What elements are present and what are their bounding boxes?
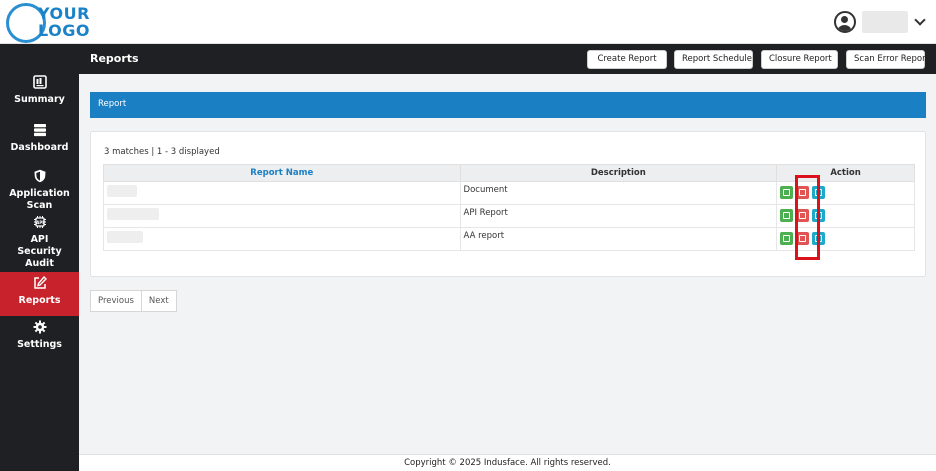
sidebar-item-label: Summary xyxy=(14,94,65,105)
description-cell: Document xyxy=(459,181,778,205)
report-name-cell[interactable] xyxy=(103,204,461,228)
report-name-cell[interactable] xyxy=(103,181,461,205)
top-header: YOUR LOGO xyxy=(0,0,936,44)
user-name xyxy=(862,11,908,33)
delete-column-highlight xyxy=(795,175,820,260)
dashboard-icon xyxy=(33,124,46,137)
summary-icon xyxy=(32,75,47,89)
report-table: Report Name Description Action Document xyxy=(103,164,915,251)
shield-icon xyxy=(34,169,45,183)
sidebar-item-application-scan[interactable]: Application Scan xyxy=(0,169,79,212)
panel-title: Report xyxy=(98,99,127,109)
panel-header: Report xyxy=(90,92,926,118)
next-page-button[interactable]: Next xyxy=(141,290,177,312)
copyright-text: Copyright © 2025 Indusface. All rights r… xyxy=(404,458,611,468)
sidebar-item-reports[interactable]: Reports xyxy=(0,272,79,316)
pagination: Previous Next xyxy=(90,290,177,312)
user-menu[interactable] xyxy=(834,8,926,36)
edit-icon xyxy=(33,276,47,289)
page-title: Reports xyxy=(90,52,139,65)
report-name[interactable] xyxy=(107,231,143,243)
edit-icon xyxy=(783,189,791,196)
description-cell: API Report xyxy=(459,204,778,228)
sidebar-item-api-security-audit[interactable]: API API Security Audit xyxy=(0,215,79,270)
sidebar-item-label: Dashboard xyxy=(10,142,69,153)
page-header: Reports Create Report Report Schedule Cl… xyxy=(79,44,936,74)
logo-line2: LOGO xyxy=(38,21,90,40)
api-icon: API xyxy=(33,216,46,228)
logo-text: YOUR LOGO xyxy=(38,5,90,39)
previous-page-button[interactable]: Previous xyxy=(90,290,142,312)
edit-icon xyxy=(783,235,791,242)
report-name[interactable] xyxy=(107,208,159,220)
column-header-description: Description xyxy=(459,164,778,182)
logo-line1: YOUR xyxy=(38,4,90,23)
sidebar-item-label: Reports xyxy=(18,295,61,306)
edit-report-button[interactable] xyxy=(780,186,794,199)
table-row: Document xyxy=(103,181,915,205)
table-header-row: Report Name Description Action xyxy=(103,164,915,182)
chevron-down-icon[interactable] xyxy=(914,16,926,28)
report-name-cell[interactable] xyxy=(103,227,461,251)
sidebar-item-settings[interactable]: Settings xyxy=(0,320,79,351)
description-cell: AA report xyxy=(459,227,778,251)
column-header-report-name[interactable]: Report Name xyxy=(103,164,461,182)
sidebar-item-label: API Security Audit xyxy=(17,234,62,269)
table-row: API Report xyxy=(103,204,915,228)
edit-icon xyxy=(783,212,791,219)
edit-report-button[interactable] xyxy=(780,232,794,245)
table-row: AA report xyxy=(103,227,915,251)
footer: Copyright © 2025 Indusface. All rights r… xyxy=(79,454,936,471)
sidebar-item-label: Settings xyxy=(17,339,62,350)
closure-report-button[interactable]: Closure Report xyxy=(761,50,838,69)
sidebar-item-label: Application Scan xyxy=(9,188,70,211)
scan-error-report-button[interactable]: Scan Error Report xyxy=(846,50,929,69)
report-name[interactable] xyxy=(107,185,137,197)
match-count: 3 matches | 1 - 3 displayed xyxy=(104,147,220,157)
create-report-button[interactable]: Create Report xyxy=(587,50,667,69)
svg-text:API: API xyxy=(36,220,44,225)
sidebar: Summary Dashboard Application Scan API A… xyxy=(0,44,79,471)
gear-icon xyxy=(33,320,46,334)
edit-report-button[interactable] xyxy=(780,209,794,222)
logo[interactable]: YOUR LOGO xyxy=(6,3,116,43)
sidebar-item-dashboard[interactable]: Dashboard xyxy=(0,123,79,154)
user-circle-icon[interactable] xyxy=(834,11,856,33)
sidebar-item-summary[interactable]: Summary xyxy=(0,75,79,106)
report-schedule-button[interactable]: Report Schedule xyxy=(674,50,753,69)
